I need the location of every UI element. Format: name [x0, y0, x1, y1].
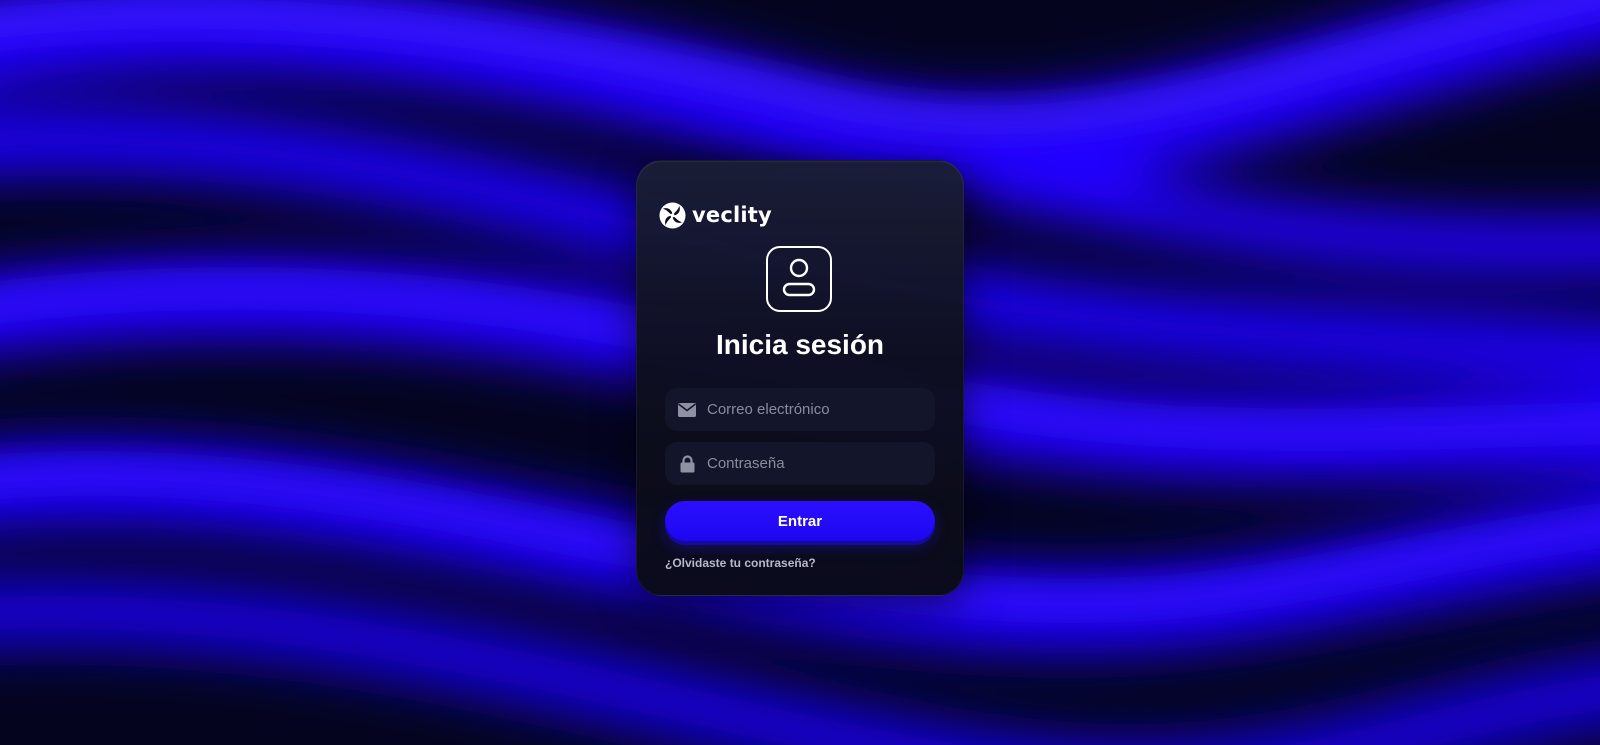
email-input[interactable]	[707, 388, 935, 431]
forgot-password-link[interactable]: ¿Olvidaste tu contraseña?	[665, 556, 816, 570]
login-title: Inicia sesión	[715, 329, 885, 360]
user-avatar-icon	[766, 246, 832, 312]
password-field[interactable]	[665, 442, 935, 485]
login-card: veclity Inicia sesión Entrar ¿Olvidaste …	[636, 160, 964, 596]
veclity-logo-icon	[659, 201, 686, 229]
email-field[interactable]	[665, 388, 935, 431]
brand-name: veclity	[692, 203, 772, 227]
password-input[interactable]	[707, 442, 935, 485]
lock-icon	[678, 454, 696, 473]
envelope-icon	[678, 401, 696, 419]
submit-button[interactable]: Entrar	[665, 501, 935, 541]
brand[interactable]: veclity	[659, 201, 772, 229]
